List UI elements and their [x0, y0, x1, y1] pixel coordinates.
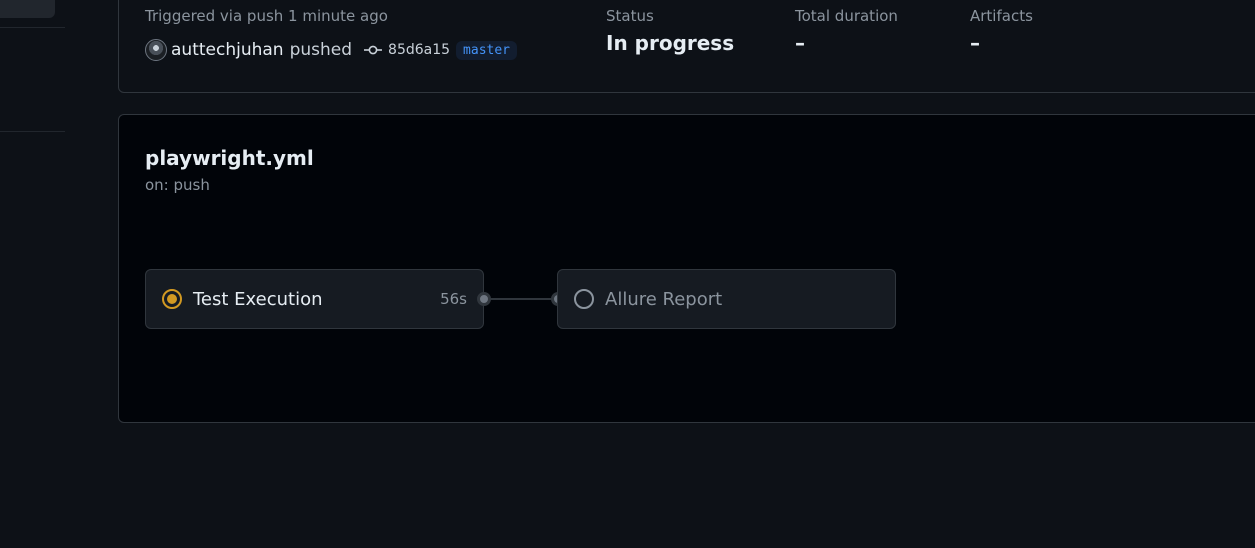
sidebar-item[interactable] — [0, 0, 55, 18]
trigger-section: Triggered via push 1 minute ago — [145, 7, 388, 25]
duration-value: – — [795, 31, 805, 55]
trigger-text: Triggered via push 1 minute ago — [145, 7, 388, 25]
sidebar-divider — [0, 27, 65, 28]
artifacts-value: – — [970, 31, 980, 55]
job-connector-line — [490, 298, 555, 300]
run-summary-card: Triggered via push 1 minute ago auttechj… — [118, 0, 1255, 93]
job-output-port — [477, 292, 491, 306]
status-value: In progress — [606, 31, 735, 55]
job-test-execution[interactable]: Test Execution 56s — [145, 269, 484, 329]
job-duration: 56s — [440, 290, 467, 308]
git-commit-icon — [364, 44, 383, 56]
push-info: auttechjuhan pushed 85d6a15 master — [145, 39, 518, 61]
workflow-run-page: Triggered via push 1 minute ago auttechj… — [0, 0, 1255, 548]
duration-section: Total duration – — [795, 7, 898, 55]
job-name: Allure Report — [605, 288, 723, 310]
job-name: Test Execution — [193, 288, 323, 310]
artifacts-label: Artifacts — [970, 7, 1033, 25]
artifacts-section: Artifacts – — [970, 7, 1033, 55]
action-text: pushed — [289, 40, 353, 60]
workflow-file-name[interactable]: playwright.yml — [145, 146, 314, 170]
branch-badge[interactable]: master — [456, 40, 518, 60]
queued-circle-icon — [573, 288, 595, 310]
avatar[interactable] — [145, 39, 167, 61]
duration-label: Total duration — [795, 7, 898, 25]
status-section: Status In progress — [606, 7, 734, 55]
workflow-graph-card: playwright.yml on: push Test Execution 5… — [118, 114, 1255, 423]
actor-link[interactable]: auttechjuhan — [171, 40, 284, 60]
sidebar-divider — [0, 131, 65, 132]
workflow-trigger: on: push — [145, 176, 210, 194]
job-allure-report[interactable]: Allure Report — [557, 269, 896, 329]
status-label: Status — [606, 7, 654, 25]
commit-sha-link[interactable]: 85d6a15 — [388, 42, 450, 58]
in-progress-icon — [161, 288, 183, 310]
